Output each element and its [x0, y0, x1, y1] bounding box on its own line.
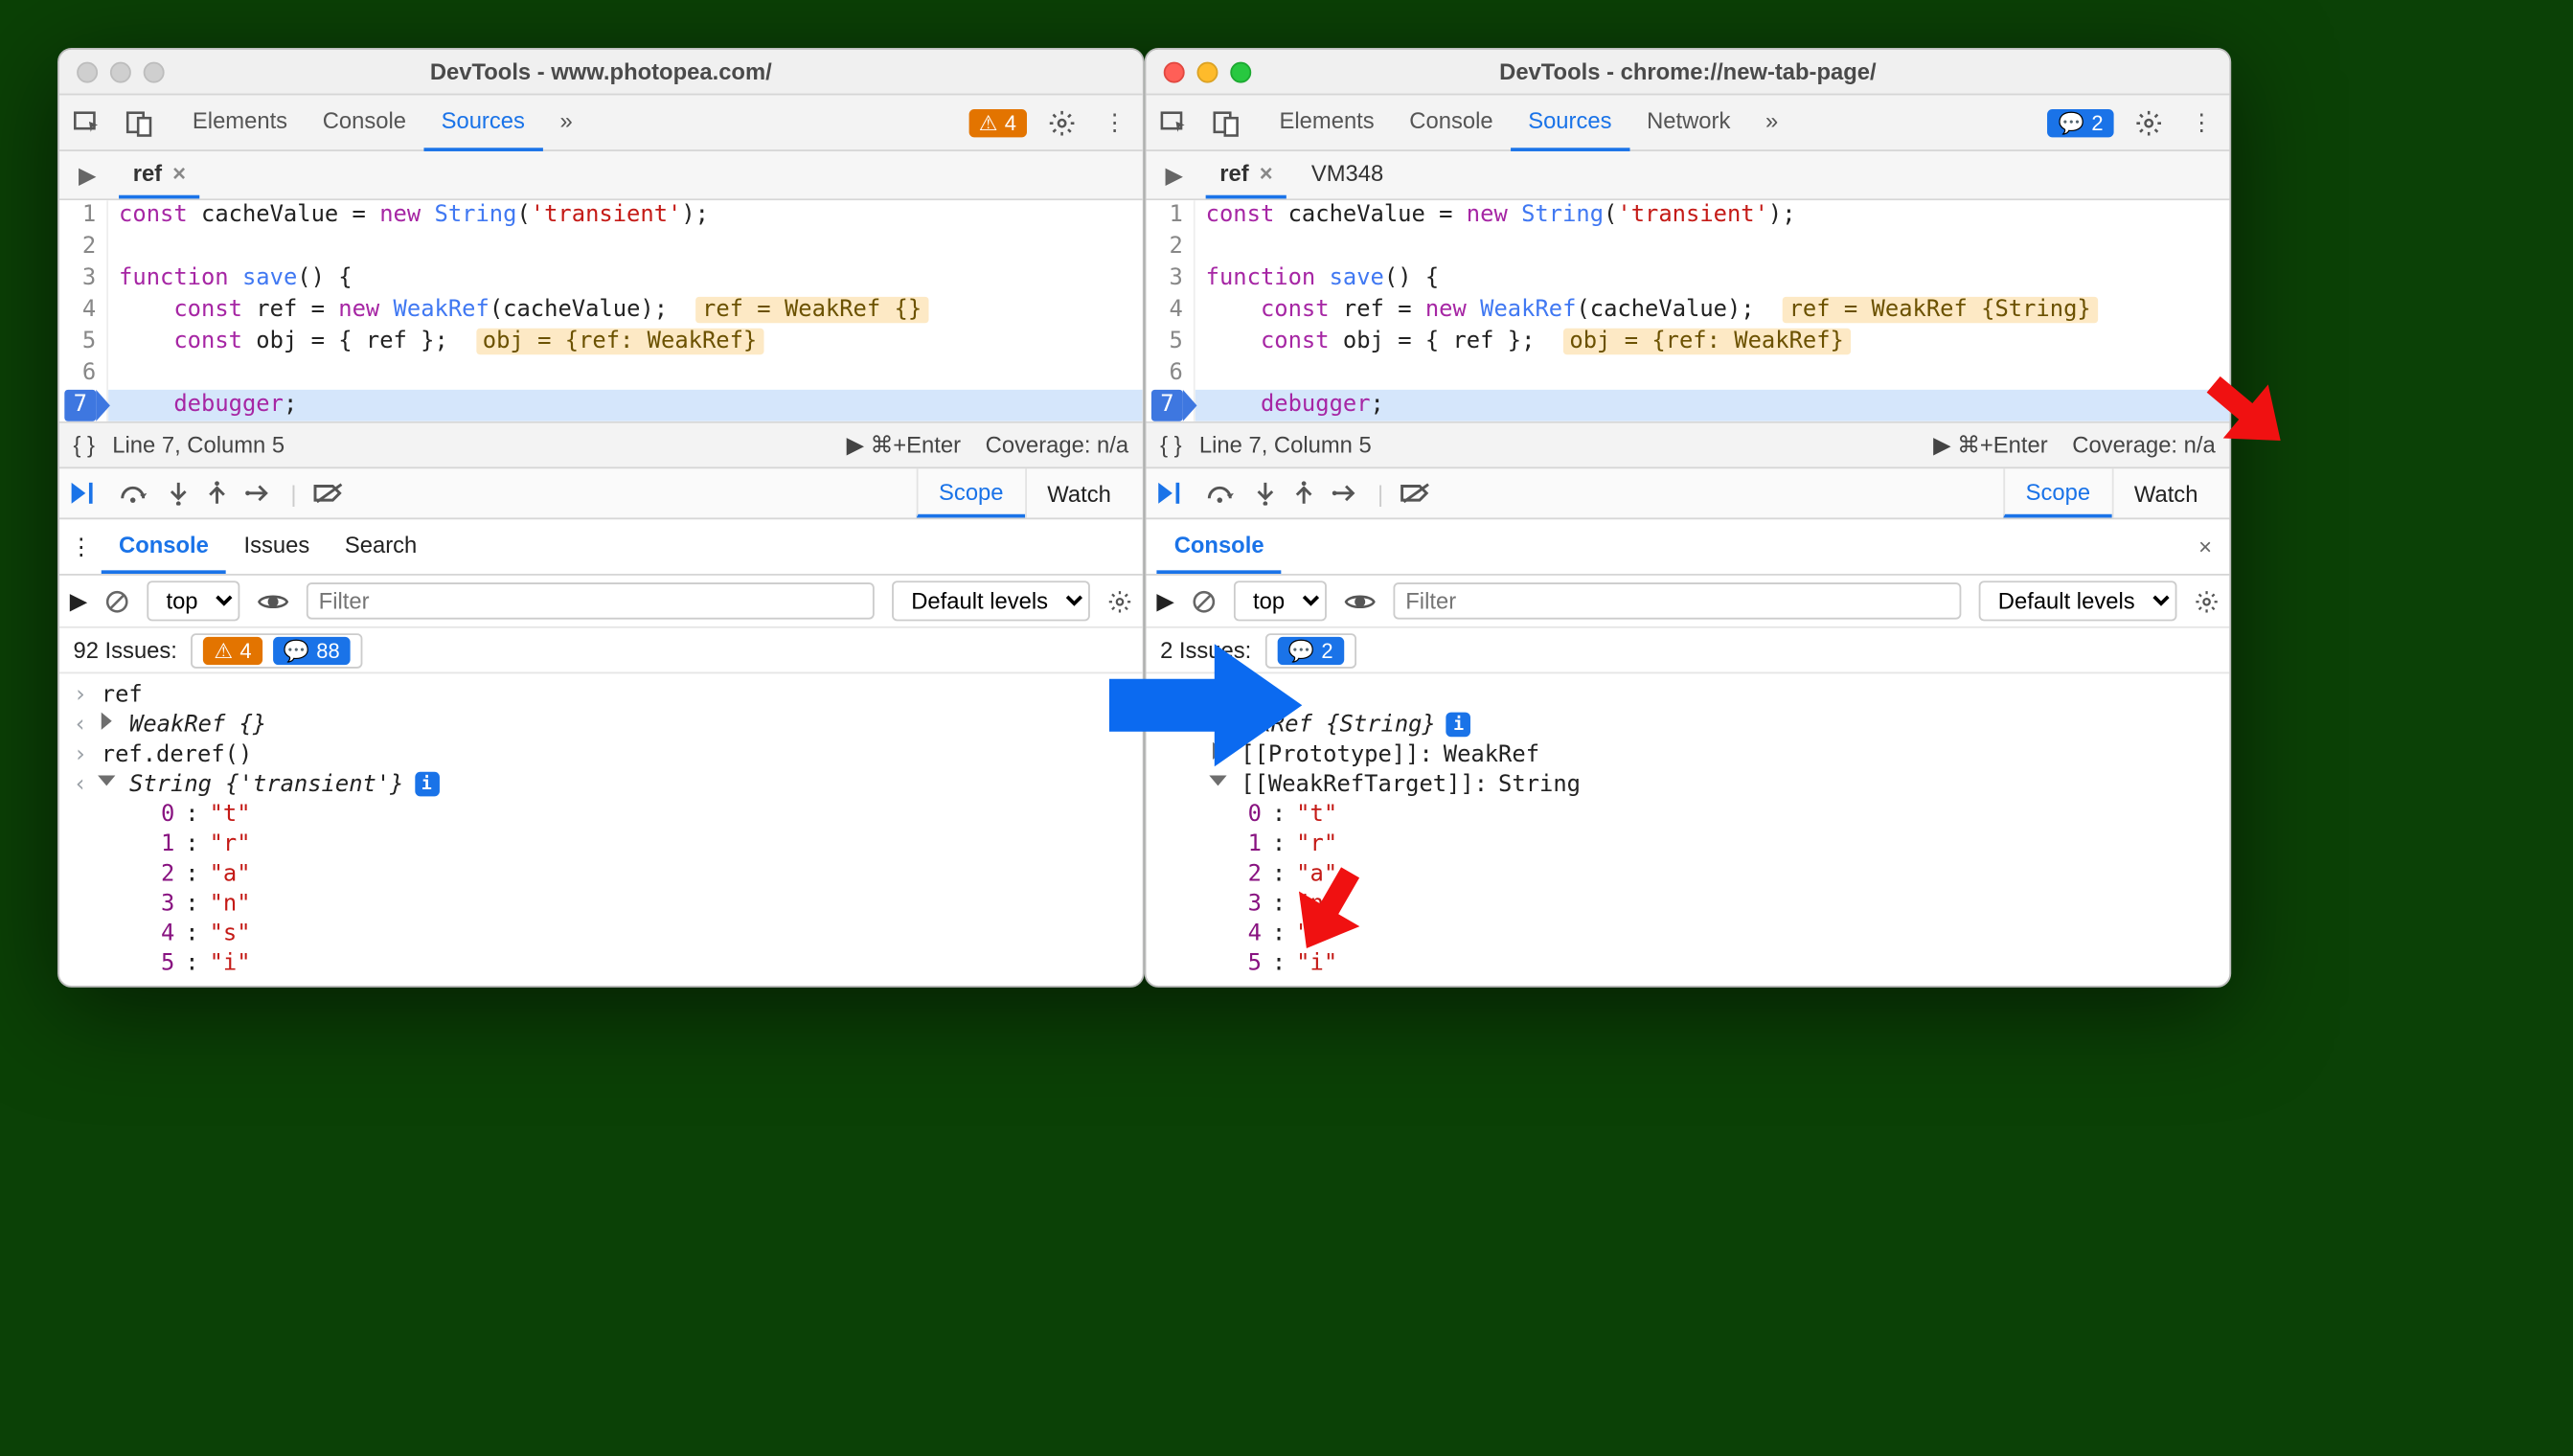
drawer-tab-search[interactable]: Search: [328, 519, 435, 574]
resume-icon[interactable]: [70, 481, 102, 506]
step-out-icon[interactable]: [207, 481, 228, 506]
titlebar: DevTools - chrome://new-tab-page/: [1146, 50, 2229, 96]
cursor-position: Line 7, Column 5: [112, 432, 285, 458]
scope-tab[interactable]: Scope: [2003, 468, 2111, 517]
resume-icon[interactable]: [1156, 481, 1188, 506]
inspect-element-icon[interactable]: [1156, 104, 1192, 140]
run-snippet-icon[interactable]: ▶: [66, 151, 108, 198]
panel-tab-more[interactable]: »: [542, 94, 590, 150]
close-tab-icon[interactable]: ×: [172, 160, 186, 186]
clear-console-icon[interactable]: [1192, 589, 1217, 614]
kebab-menu-icon[interactable]: ⋮: [2184, 104, 2220, 140]
run-shortcut[interactable]: ▶ ⌘+Enter: [847, 431, 961, 459]
close-drawer-icon[interactable]: ×: [2181, 519, 2229, 574]
coverage-status[interactable]: Coverage: n/a: [2072, 432, 2215, 458]
panel-tab-sources[interactable]: Sources: [1511, 94, 1629, 150]
coverage-status[interactable]: Coverage: n/a: [986, 432, 1128, 458]
file-tab-ref[interactable]: ref×: [1206, 151, 1287, 198]
run-snippet-icon[interactable]: ▶: [1153, 151, 1195, 198]
drawer-tab-issues[interactable]: Issues: [226, 519, 327, 574]
issues-warn-chip[interactable]: ⚠ 4💬 88: [192, 632, 363, 668]
panel-tab-network[interactable]: Network: [1629, 94, 1748, 150]
filter-input[interactable]: [307, 582, 875, 619]
cursor-position: Line 7, Column 5: [1199, 432, 1372, 458]
levels-select[interactable]: Default levels: [1979, 580, 2177, 621]
braces-icon[interactable]: { }: [73, 432, 95, 458]
braces-icon[interactable]: { }: [1160, 432, 1182, 458]
drawer-header: Console ×: [1146, 519, 2229, 576]
panel-tab-sources[interactable]: Sources: [423, 94, 542, 150]
kebab-menu-icon[interactable]: ⋮: [1097, 104, 1132, 140]
step-over-icon[interactable]: [119, 481, 150, 506]
inspect-element-icon[interactable]: [70, 104, 105, 140]
editor-statusbar: { } Line 7, Column 5 ▶ ⌘+Enter Coverage:…: [59, 421, 1143, 467]
window-title: DevTools - www.photopea.com/: [59, 58, 1143, 84]
gutter[interactable]: 1234567: [1146, 200, 1195, 421]
gear-icon[interactable]: [1044, 104, 1080, 140]
step-into-icon[interactable]: [1255, 481, 1276, 506]
levels-select[interactable]: Default levels: [892, 580, 1090, 621]
watch-tab[interactable]: Watch: [2111, 468, 2219, 517]
deactivate-breakpoints-icon[interactable]: [1400, 481, 1432, 506]
file-tabs-bar: ▶ ref× VM348: [1146, 151, 2229, 200]
drawer-kebab-icon[interactable]: ⋮: [70, 519, 102, 574]
console-execute-icon[interactable]: ▶: [1156, 587, 1173, 615]
run-shortcut[interactable]: ▶ ⌘+Enter: [1933, 431, 2047, 459]
titlebar: DevTools - www.photopea.com/: [59, 50, 1143, 96]
drawer-tab-console[interactable]: Console: [1156, 519, 1281, 574]
file-tab-vm[interactable]: VM348: [1297, 151, 1398, 198]
window-title: DevTools - chrome://new-tab-page/: [1146, 58, 2229, 84]
editor-statusbar: { } Line 7, Column 5 ▶ ⌘+Enter Coverage:…: [1146, 421, 2229, 467]
context-select[interactable]: top: [147, 580, 239, 621]
console-settings-icon[interactable]: [2195, 589, 2220, 614]
devtools-window-right: DevTools - chrome://new-tab-page/ Elemen…: [1145, 48, 2232, 988]
panel-tab-console[interactable]: Console: [1392, 94, 1511, 150]
live-expression-icon[interactable]: [1344, 590, 1376, 611]
drawer-header: ⋮ Console Issues Search: [59, 519, 1143, 576]
panel-tab-console[interactable]: Console: [305, 94, 423, 150]
live-expression-icon[interactable]: [258, 590, 289, 611]
step-over-icon[interactable]: [1206, 481, 1238, 506]
file-tabs-bar: ▶ ref×: [59, 151, 1143, 200]
panel-tab-more[interactable]: »: [1748, 94, 1796, 150]
device-toggle-icon[interactable]: [1209, 104, 1244, 140]
gutter[interactable]: 1234567: [59, 200, 108, 421]
filter-input[interactable]: [1393, 582, 1961, 619]
panel-tab-elements[interactable]: Elements: [175, 94, 306, 150]
step-icon[interactable]: [1332, 481, 1359, 506]
panel-tab-elements[interactable]: Elements: [1262, 94, 1392, 150]
issues-label: 92 Issues:: [73, 637, 176, 663]
warnings-badge[interactable]: ⚠ 4: [968, 108, 1027, 136]
console-filter-bar: ▶ top Default levels: [59, 576, 1143, 628]
devtools-window-left: DevTools - www.photopea.com/ Elements Co…: [57, 48, 1145, 988]
context-select[interactable]: top: [1234, 580, 1327, 621]
drawer-tab-console[interactable]: Console: [102, 519, 226, 574]
issues-bar[interactable]: 92 Issues: ⚠ 4💬 88: [59, 628, 1143, 674]
main-toolbar: Elements Console Sources » ⚠ 4 ⋮: [59, 95, 1143, 151]
file-tab-ref[interactable]: ref×: [119, 151, 200, 198]
info-badge[interactable]: 💬 2: [2048, 108, 2114, 136]
annotation-arrow-blue: [1109, 635, 1302, 775]
step-out-icon[interactable]: [1293, 481, 1314, 506]
console-settings-icon[interactable]: [1107, 589, 1132, 614]
issues-bar[interactable]: 2 Issues: 💬 2: [1146, 628, 2229, 674]
close-tab-icon[interactable]: ×: [1260, 160, 1273, 186]
step-icon[interactable]: [245, 481, 273, 506]
console-filter-bar: ▶ top Default levels: [1146, 576, 2229, 628]
console-log[interactable]: ›ref‹WeakRef {}›ref.deref()‹String {'tra…: [59, 673, 1143, 986]
deactivate-breakpoints-icon[interactable]: [314, 481, 346, 506]
debugger-toolbar: | Scope Watch: [59, 466, 1143, 519]
code-editor[interactable]: 1234567 const cacheValue = new String('t…: [59, 200, 1143, 421]
clear-console-icon[interactable]: [104, 589, 129, 614]
watch-tab[interactable]: Watch: [1025, 468, 1132, 517]
device-toggle-icon[interactable]: [123, 104, 158, 140]
main-toolbar: Elements Console Sources Network » 💬 2 ⋮: [1146, 95, 2229, 151]
scope-tab[interactable]: Scope: [916, 468, 1024, 517]
gear-icon[interactable]: [2131, 104, 2167, 140]
debugger-toolbar: | Scope Watch: [1146, 466, 2229, 519]
code-editor[interactable]: 1234567 const cacheValue = new String('t…: [1146, 200, 2229, 421]
console-execute-icon[interactable]: ▶: [70, 587, 87, 615]
step-into-icon[interactable]: [168, 481, 189, 506]
